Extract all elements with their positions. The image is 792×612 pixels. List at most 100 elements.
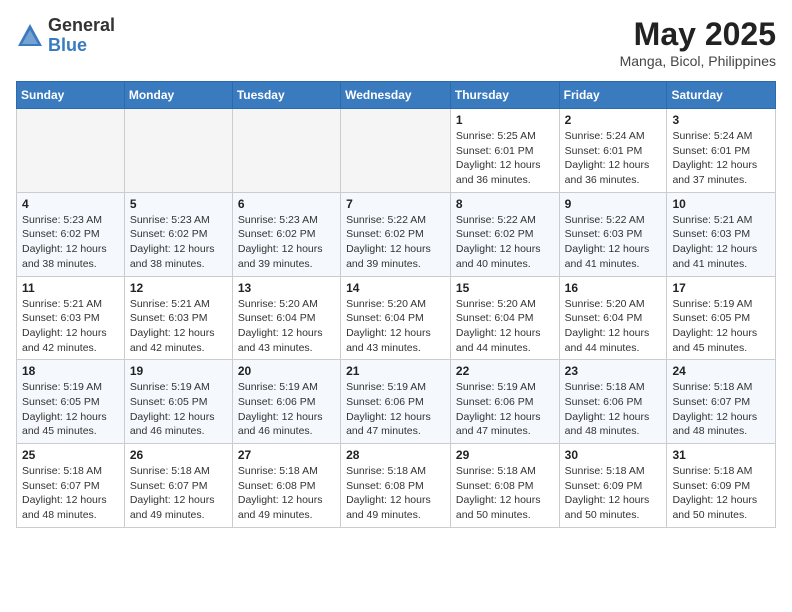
day-info: Sunrise: 5:20 AM Sunset: 6:04 PM Dayligh… <box>346 297 445 356</box>
calendar-header-saturday: Saturday <box>667 82 776 109</box>
calendar-cell: 26Sunrise: 5:18 AM Sunset: 6:07 PM Dayli… <box>124 444 232 528</box>
calendar-cell: 13Sunrise: 5:20 AM Sunset: 6:04 PM Dayli… <box>232 276 340 360</box>
day-number: 8 <box>456 197 554 211</box>
day-number: 30 <box>565 448 662 462</box>
calendar-week-1: 1 Sunrise: 5:25 AM Sunset: 6:01 PM Daylig… <box>17 109 776 193</box>
day-number: 31 <box>672 448 770 462</box>
calendar-cell: 5Sunrise: 5:23 AM Sunset: 6:02 PM Daylig… <box>124 192 232 276</box>
calendar-cell: 20 Sunrise: 5:19 AM Sunset: 6:06 PM Dayli… <box>232 360 340 444</box>
day-number: 23 <box>565 364 662 378</box>
calendar-cell: 15 Sunrise: 5:20 AM Sunset: 6:04 PM Dayli… <box>450 276 559 360</box>
day-info: Sunrise: 5:25 AM Sunset: 6:01 PM Dayligh… <box>456 129 554 188</box>
day-number: 25 <box>22 448 119 462</box>
calendar-cell: 7 Sunrise: 5:22 AM Sunset: 6:02 PM Daylig… <box>341 192 451 276</box>
day-number: 21 <box>346 364 445 378</box>
day-number: 17 <box>672 281 770 295</box>
calendar-cell: 3 Sunrise: 5:24 AM Sunset: 6:01 PM Daylig… <box>667 109 776 193</box>
calendar-cell: 14 Sunrise: 5:20 AM Sunset: 6:04 PM Dayli… <box>341 276 451 360</box>
calendar-cell: 24 Sunrise: 5:18 AM Sunset: 6:07 PM Dayli… <box>667 360 776 444</box>
calendar-week-4: 18Sunrise: 5:19 AM Sunset: 6:05 PM Dayli… <box>17 360 776 444</box>
day-info: Sunrise: 5:24 AM Sunset: 6:01 PM Dayligh… <box>565 129 662 188</box>
day-info: Sunrise: 5:20 AM Sunset: 6:04 PM Dayligh… <box>238 297 335 356</box>
day-number: 27 <box>238 448 335 462</box>
day-info: Sunrise: 5:23 AM Sunset: 6:02 PM Dayligh… <box>22 213 119 272</box>
day-number: 14 <box>346 281 445 295</box>
calendar-cell: 28 Sunrise: 5:18 AM Sunset: 6:08 PM Dayli… <box>341 444 451 528</box>
calendar-cell <box>232 109 340 193</box>
day-number: 1 <box>456 113 554 127</box>
day-number: 15 <box>456 281 554 295</box>
day-number: 16 <box>565 281 662 295</box>
calendar-week-5: 25 Sunrise: 5:18 AM Sunset: 6:07 PM Dayli… <box>17 444 776 528</box>
logo-text: General Blue <box>48 16 115 56</box>
calendar-cell: 11Sunrise: 5:21 AM Sunset: 6:03 PM Dayli… <box>17 276 125 360</box>
day-info: Sunrise: 5:18 AM Sunset: 6:07 PM Dayligh… <box>22 464 119 523</box>
day-number: 5 <box>130 197 227 211</box>
day-info: Sunrise: 5:18 AM Sunset: 6:08 PM Dayligh… <box>456 464 554 523</box>
day-info: Sunrise: 5:18 AM Sunset: 6:08 PM Dayligh… <box>346 464 445 523</box>
calendar-cell: 4Sunrise: 5:23 AM Sunset: 6:02 PM Daylig… <box>17 192 125 276</box>
calendar-cell: 19Sunrise: 5:19 AM Sunset: 6:05 PM Dayli… <box>124 360 232 444</box>
day-info: Sunrise: 5:18 AM Sunset: 6:08 PM Dayligh… <box>238 464 335 523</box>
day-info: Sunrise: 5:23 AM Sunset: 6:02 PM Dayligh… <box>238 213 335 272</box>
logo-icon <box>16 22 44 50</box>
calendar-cell: 21Sunrise: 5:19 AM Sunset: 6:06 PM Dayli… <box>341 360 451 444</box>
day-number: 29 <box>456 448 554 462</box>
logo-blue-text: Blue <box>48 36 115 56</box>
calendar-cell: 2 Sunrise: 5:24 AM Sunset: 6:01 PM Daylig… <box>559 109 667 193</box>
calendar-cell: 25 Sunrise: 5:18 AM Sunset: 6:07 PM Dayli… <box>17 444 125 528</box>
day-number: 2 <box>565 113 662 127</box>
day-info: Sunrise: 5:22 AM Sunset: 6:02 PM Dayligh… <box>346 213 445 272</box>
calendar-header-friday: Friday <box>559 82 667 109</box>
calendar-cell: 17 Sunrise: 5:19 AM Sunset: 6:05 PM Dayli… <box>667 276 776 360</box>
day-info: Sunrise: 5:19 AM Sunset: 6:06 PM Dayligh… <box>456 380 554 439</box>
logo-general-text: General <box>48 16 115 36</box>
day-info: Sunrise: 5:21 AM Sunset: 6:03 PM Dayligh… <box>672 213 770 272</box>
calendar-header-monday: Monday <box>124 82 232 109</box>
calendar-header-row: SundayMondayTuesdayWednesdayThursdayFrid… <box>17 82 776 109</box>
calendar-cell: 16 Sunrise: 5:20 AM Sunset: 6:04 PM Dayli… <box>559 276 667 360</box>
day-info: Sunrise: 5:19 AM Sunset: 6:06 PM Dayligh… <box>238 380 335 439</box>
day-number: 28 <box>346 448 445 462</box>
day-info: Sunrise: 5:18 AM Sunset: 6:07 PM Dayligh… <box>672 380 770 439</box>
day-number: 24 <box>672 364 770 378</box>
location: Manga, Bicol, Philippines <box>620 53 776 69</box>
calendar-cell: 29 Sunrise: 5:18 AM Sunset: 6:08 PM Dayli… <box>450 444 559 528</box>
calendar-cell <box>124 109 232 193</box>
calendar-cell: 9 Sunrise: 5:22 AM Sunset: 6:03 PM Daylig… <box>559 192 667 276</box>
day-number: 3 <box>672 113 770 127</box>
day-info: Sunrise: 5:22 AM Sunset: 6:03 PM Dayligh… <box>565 213 662 272</box>
calendar-week-3: 11Sunrise: 5:21 AM Sunset: 6:03 PM Dayli… <box>17 276 776 360</box>
day-info: Sunrise: 5:20 AM Sunset: 6:04 PM Dayligh… <box>565 297 662 356</box>
day-info: Sunrise: 5:18 AM Sunset: 6:09 PM Dayligh… <box>565 464 662 523</box>
calendar-table: SundayMondayTuesdayWednesdayThursdayFrid… <box>16 81 776 528</box>
day-number: 20 <box>238 364 335 378</box>
calendar-header-sunday: Sunday <box>17 82 125 109</box>
day-info: Sunrise: 5:18 AM Sunset: 6:09 PM Dayligh… <box>672 464 770 523</box>
day-number: 26 <box>130 448 227 462</box>
calendar-cell: 10Sunrise: 5:21 AM Sunset: 6:03 PM Dayli… <box>667 192 776 276</box>
day-number: 9 <box>565 197 662 211</box>
calendar-header-thursday: Thursday <box>450 82 559 109</box>
day-number: 6 <box>238 197 335 211</box>
day-number: 18 <box>22 364 119 378</box>
calendar-cell: 12Sunrise: 5:21 AM Sunset: 6:03 PM Dayli… <box>124 276 232 360</box>
month-title: May 2025 <box>620 16 776 53</box>
calendar-header-tuesday: Tuesday <box>232 82 340 109</box>
day-number: 22 <box>456 364 554 378</box>
calendar-cell: 1 Sunrise: 5:25 AM Sunset: 6:01 PM Daylig… <box>450 109 559 193</box>
day-info: Sunrise: 5:24 AM Sunset: 6:01 PM Dayligh… <box>672 129 770 188</box>
calendar-cell: 30 Sunrise: 5:18 AM Sunset: 6:09 PM Dayli… <box>559 444 667 528</box>
calendar-header-wednesday: Wednesday <box>341 82 451 109</box>
calendar-week-2: 4Sunrise: 5:23 AM Sunset: 6:02 PM Daylig… <box>17 192 776 276</box>
day-info: Sunrise: 5:19 AM Sunset: 6:05 PM Dayligh… <box>672 297 770 356</box>
day-info: Sunrise: 5:20 AM Sunset: 6:04 PM Dayligh… <box>456 297 554 356</box>
day-number: 19 <box>130 364 227 378</box>
calendar-cell: 27 Sunrise: 5:18 AM Sunset: 6:08 PM Dayli… <box>232 444 340 528</box>
calendar-cell: 18Sunrise: 5:19 AM Sunset: 6:05 PM Dayli… <box>17 360 125 444</box>
day-info: Sunrise: 5:18 AM Sunset: 6:06 PM Dayligh… <box>565 380 662 439</box>
calendar-cell: 22 Sunrise: 5:19 AM Sunset: 6:06 PM Dayli… <box>450 360 559 444</box>
day-number: 7 <box>346 197 445 211</box>
calendar-cell <box>341 109 451 193</box>
day-info: Sunrise: 5:22 AM Sunset: 6:02 PM Dayligh… <box>456 213 554 272</box>
